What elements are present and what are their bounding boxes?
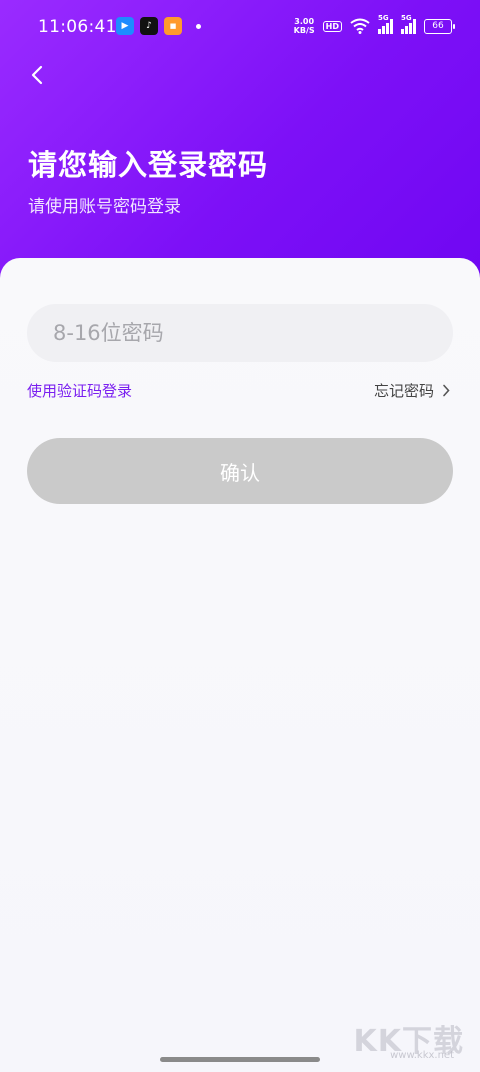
- signal-2-label: 5G: [401, 14, 412, 22]
- page-subtitle: 请使用账号密码登录: [28, 197, 181, 217]
- signal-strength-icon-2: 5G: [401, 14, 416, 34]
- status-indicators: 3.00 KB/S HD 5G 5G 66: [294, 14, 455, 35]
- more-notifications-dot: [196, 23, 201, 29]
- chevron-left-icon: [31, 65, 43, 85]
- network-speed: 3.00 KB/S: [294, 17, 315, 35]
- watermark-url: www.kkx.net: [390, 1050, 454, 1061]
- chevron-right-icon: [443, 384, 450, 397]
- confirm-button[interactable]: 确认: [27, 438, 453, 504]
- signal-1-label: 5G: [378, 14, 389, 22]
- hd-badge: HD: [322, 20, 342, 32]
- forgot-password-label: 忘记密码: [373, 382, 434, 400]
- orange-app-icon: ■: [164, 17, 182, 35]
- wifi-icon: [350, 18, 370, 34]
- forgot-password-link[interactable]: 忘记密码: [374, 380, 450, 401]
- page-title: 请您输入登录密码: [28, 148, 269, 182]
- network-speed-value: 3.00: [294, 17, 315, 26]
- back-button[interactable]: [22, 60, 52, 90]
- notification-icons: ▶ ♪ ■: [116, 17, 201, 35]
- status-bar: 11:06:41 ▶ ♪ ■ 3.00 KB/S HD 5G 5G 66: [0, 0, 480, 54]
- tiktok-app-icon: ♪: [140, 17, 158, 35]
- home-indicator[interactable]: [160, 1057, 320, 1062]
- signal-strength-icon: 5G: [378, 14, 393, 34]
- status-time: 11:06:41: [38, 17, 117, 37]
- sms-login-link[interactable]: 使用验证码登录: [27, 380, 132, 401]
- bilibili-app-icon: ▶: [116, 17, 134, 35]
- password-input[interactable]: [27, 304, 453, 362]
- battery-icon: 66: [424, 18, 455, 34]
- network-speed-unit: KB/S: [293, 26, 315, 35]
